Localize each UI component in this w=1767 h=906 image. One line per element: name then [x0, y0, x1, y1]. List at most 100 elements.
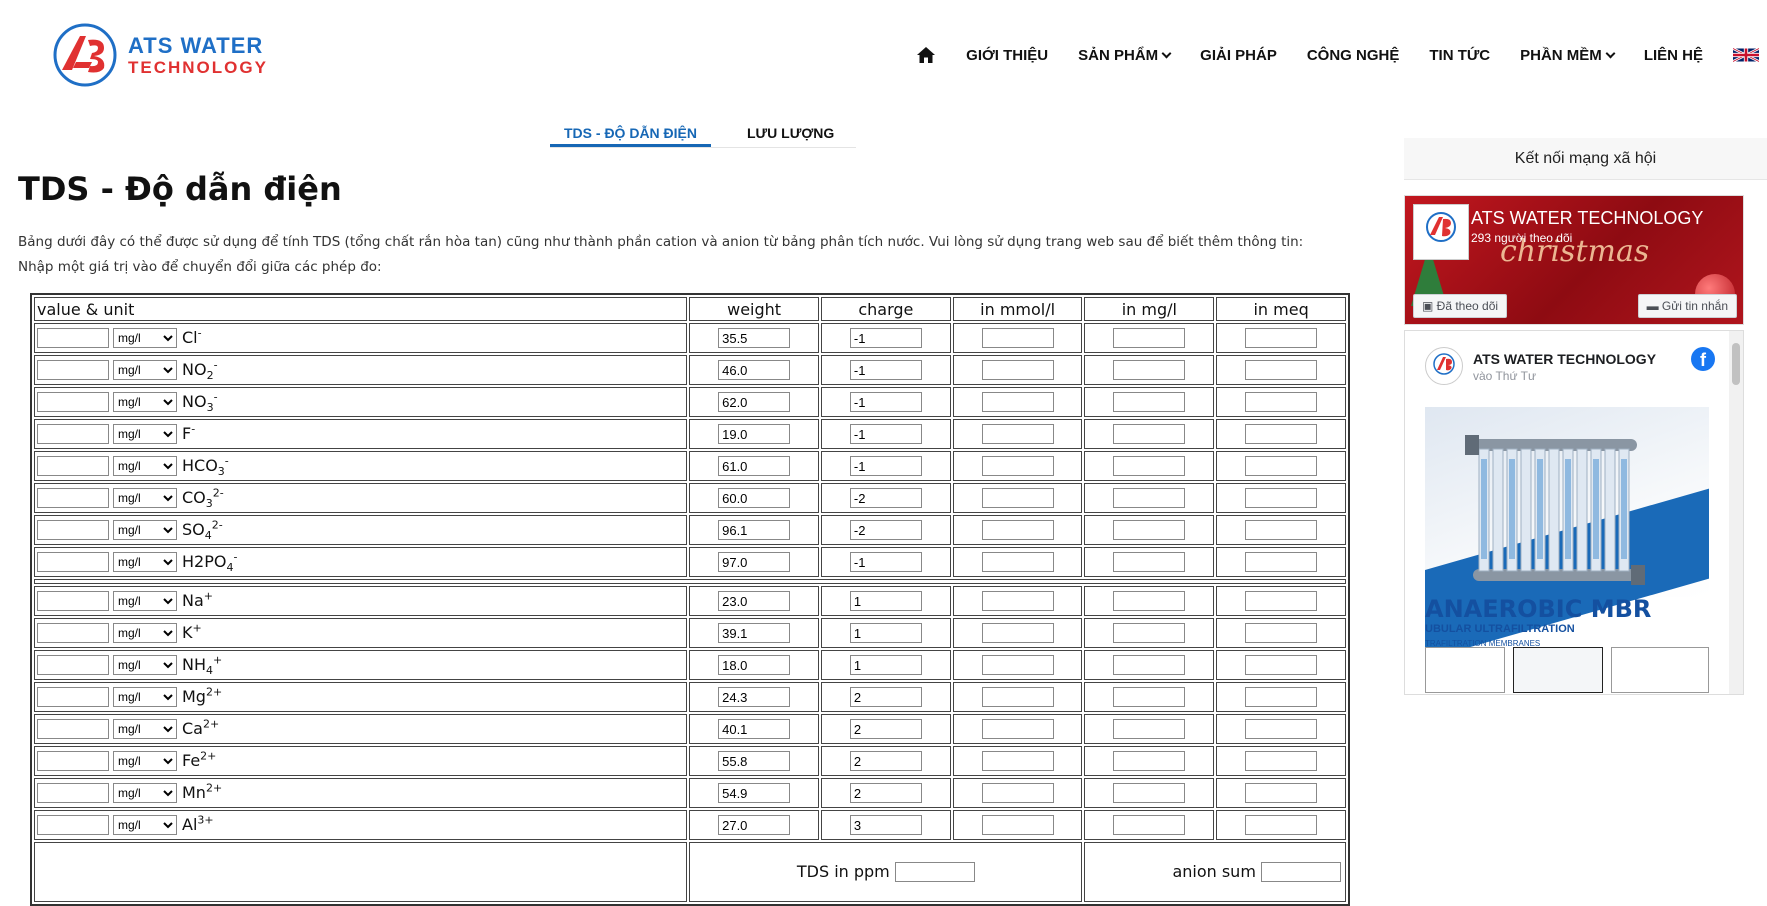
unit-select[interactable]: mg/l: [113, 552, 177, 572]
charge-input[interactable]: [849, 328, 922, 349]
weight-input[interactable]: [718, 488, 791, 509]
mgl-input[interactable]: [1113, 687, 1186, 708]
facebook-page-banner[interactable]: christmas ATS WATER TECHNOLOGY 293 người…: [1404, 195, 1744, 325]
weight-input[interactable]: [718, 655, 791, 676]
unit-select[interactable]: mg/l: [113, 783, 177, 803]
nav-lien-he[interactable]: LIÊN HỆ: [1644, 47, 1703, 64]
value-input[interactable]: [37, 392, 109, 412]
mgl-input[interactable]: [1113, 783, 1186, 804]
nav-phan-mem[interactable]: PHẦN MỀM: [1520, 47, 1616, 64]
meq-input[interactable]: [1245, 815, 1318, 836]
mmol-input[interactable]: [981, 456, 1054, 477]
nav-san-pham[interactable]: SẢN PHẨM: [1078, 47, 1172, 64]
value-input[interactable]: [37, 655, 109, 675]
weight-input[interactable]: [718, 328, 791, 349]
value-input[interactable]: [37, 328, 109, 348]
value-input[interactable]: [37, 456, 109, 476]
tab-tds[interactable]: TDS - ĐỘ DẪN ĐIỆN: [550, 118, 711, 147]
value-input[interactable]: [37, 783, 109, 803]
mmol-input[interactable]: [981, 687, 1054, 708]
nav-giai-phap[interactable]: GIẢI PHÁP: [1200, 47, 1277, 64]
unit-select[interactable]: mg/l: [113, 520, 177, 540]
charge-input[interactable]: [849, 719, 922, 740]
nav-cong-nghe[interactable]: CÔNG NGHỆ: [1307, 47, 1400, 64]
scrollbar-thumb[interactable]: [1732, 343, 1740, 385]
charge-input[interactable]: [849, 424, 922, 445]
weight-input[interactable]: [718, 424, 791, 445]
value-input[interactable]: [37, 360, 109, 380]
value-input[interactable]: [37, 520, 109, 540]
charge-input[interactable]: [849, 520, 922, 541]
meq-input[interactable]: [1245, 591, 1318, 612]
mmol-input[interactable]: [981, 552, 1054, 573]
weight-input[interactable]: [718, 456, 791, 477]
mmol-input[interactable]: [981, 719, 1054, 740]
fb-followed-button[interactable]: ▣ Đã theo dõi: [1413, 294, 1508, 318]
mmol-input[interactable]: [981, 360, 1054, 381]
site-logo[interactable]: ATS WATER TECHNOLOGY: [52, 20, 322, 90]
charge-input[interactable]: [849, 591, 922, 612]
unit-select[interactable]: mg/l: [113, 488, 177, 508]
tds-ppm-output[interactable]: [894, 862, 975, 883]
mmol-input[interactable]: [981, 488, 1054, 509]
post-scrollbar[interactable]: [1729, 331, 1743, 694]
meq-input[interactable]: [1245, 488, 1318, 509]
weight-input[interactable]: [718, 623, 791, 644]
post-image[interactable]: ANAEROBIC MBR UBULAR ULTRAFILTRATION TRA…: [1425, 407, 1709, 693]
unit-select[interactable]: mg/l: [113, 687, 177, 707]
nav-gioi-thieu[interactable]: GIỚI THIỆU: [966, 47, 1048, 64]
meq-input[interactable]: [1245, 655, 1318, 676]
uk-flag-icon[interactable]: [1733, 47, 1759, 63]
mgl-input[interactable]: [1113, 815, 1186, 836]
mgl-input[interactable]: [1113, 456, 1186, 477]
fb-message-button[interactable]: ▬ Gửi tin nhắn: [1637, 294, 1737, 318]
tab-luu-luong[interactable]: LƯU LƯỢNG: [733, 118, 848, 147]
meq-input[interactable]: [1245, 424, 1318, 445]
mmol-input[interactable]: [981, 328, 1054, 349]
mgl-input[interactable]: [1113, 520, 1186, 541]
value-input[interactable]: [37, 751, 109, 771]
charge-input[interactable]: [849, 488, 922, 509]
weight-input[interactable]: [718, 520, 791, 541]
meq-input[interactable]: [1245, 456, 1318, 477]
weight-input[interactable]: [718, 392, 791, 413]
unit-select[interactable]: mg/l: [113, 751, 177, 771]
unit-select[interactable]: mg/l: [113, 328, 177, 348]
unit-select[interactable]: mg/l: [113, 392, 177, 412]
value-input[interactable]: [37, 552, 109, 572]
post-time[interactable]: vào Thứ Tư: [1473, 369, 1536, 383]
unit-select[interactable]: mg/l: [113, 815, 177, 835]
unit-select[interactable]: mg/l: [113, 655, 177, 675]
mmol-input[interactable]: [981, 751, 1054, 772]
nav-tin-tuc[interactable]: TIN TỨC: [1429, 47, 1490, 64]
mmol-input[interactable]: [981, 783, 1054, 804]
unit-select[interactable]: mg/l: [113, 424, 177, 444]
value-input[interactable]: [37, 488, 109, 508]
weight-input[interactable]: [718, 552, 791, 573]
value-input[interactable]: [37, 719, 109, 739]
charge-input[interactable]: [849, 783, 922, 804]
weight-input[interactable]: [718, 751, 791, 772]
unit-select[interactable]: mg/l: [113, 719, 177, 739]
value-input[interactable]: [37, 687, 109, 707]
mgl-input[interactable]: [1113, 488, 1186, 509]
unit-select[interactable]: mg/l: [113, 360, 177, 380]
meq-input[interactable]: [1245, 360, 1318, 381]
mgl-input[interactable]: [1113, 424, 1186, 445]
meq-input[interactable]: [1245, 783, 1318, 804]
weight-input[interactable]: [718, 687, 791, 708]
mmol-input[interactable]: [981, 623, 1054, 644]
post-author[interactable]: ATS WATER TECHNOLOGY: [1473, 351, 1656, 367]
weight-input[interactable]: [718, 591, 791, 612]
meq-input[interactable]: [1245, 751, 1318, 772]
meq-input[interactable]: [1245, 687, 1318, 708]
weight-input[interactable]: [718, 783, 791, 804]
unit-select[interactable]: mg/l: [113, 456, 177, 476]
home-icon[interactable]: [916, 46, 936, 64]
mgl-input[interactable]: [1113, 552, 1186, 573]
anion-sum-output[interactable]: [1261, 862, 1341, 883]
mmol-input[interactable]: [981, 591, 1054, 612]
meq-input[interactable]: [1245, 328, 1318, 349]
value-input[interactable]: [37, 591, 109, 611]
mgl-input[interactable]: [1113, 360, 1186, 381]
